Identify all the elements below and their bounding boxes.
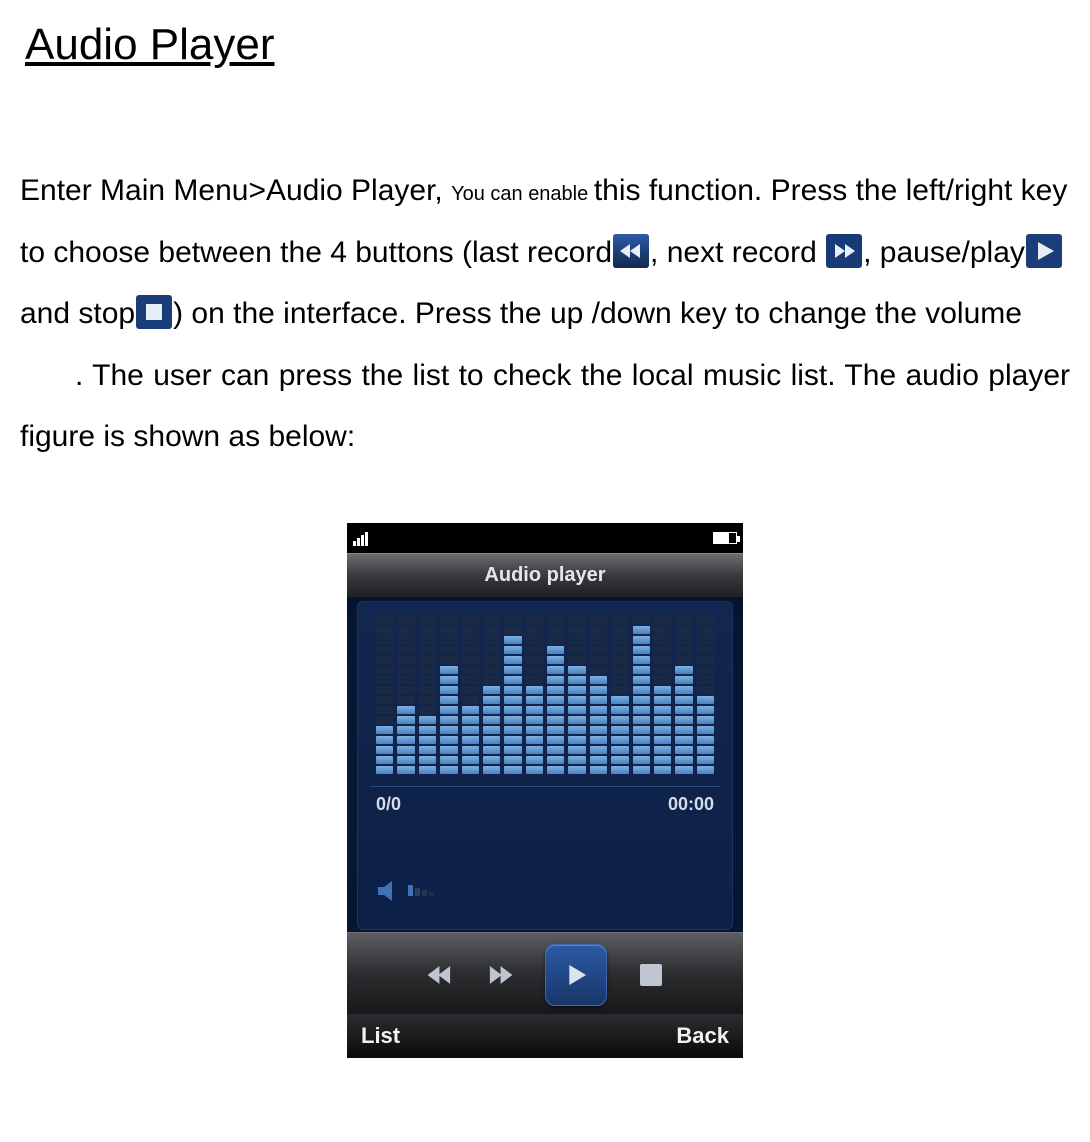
play-button[interactable] xyxy=(545,944,607,1006)
controls-bar xyxy=(347,932,743,1018)
last-record-icon xyxy=(613,228,649,262)
divider xyxy=(370,786,720,787)
text: Enter Main Menu>Audio Player, xyxy=(20,174,451,207)
speaker-icon xyxy=(376,879,402,903)
counters-row: 0/0 00:00 xyxy=(376,794,714,815)
prev-button[interactable] xyxy=(421,957,457,993)
volume-indicator xyxy=(376,879,434,903)
text: , pause/play xyxy=(863,236,1025,269)
play-icon xyxy=(1026,228,1062,262)
battery-icon xyxy=(713,532,737,544)
signal-icon xyxy=(353,530,368,546)
player-panel: 0/0 00:00 xyxy=(357,601,733,930)
audio-player-figure: Audio player 0/0 00:00 xyxy=(20,523,1070,1058)
app-title-bar: Audio player xyxy=(347,553,743,597)
instruction-paragraph-1: Enter Main Menu>Audio Player, You can en… xyxy=(20,160,1070,345)
softkey-back[interactable]: Back xyxy=(676,1023,729,1049)
text-small: You can enable xyxy=(451,183,594,205)
status-bar xyxy=(347,523,743,553)
volume-bars xyxy=(408,885,434,896)
equalizer xyxy=(376,620,714,774)
next-button[interactable] xyxy=(483,957,519,993)
stop-icon xyxy=(136,289,172,323)
phone-screen: Audio player 0/0 00:00 xyxy=(347,523,743,1058)
track-index: 0/0 xyxy=(376,794,401,815)
text: ) on the interface. Press the up /down k… xyxy=(173,297,1022,330)
stop-button[interactable] xyxy=(633,957,669,993)
softkey-bar: List Back xyxy=(347,1014,743,1058)
instruction-paragraph-2: . The user can press the list to check t… xyxy=(20,345,1070,468)
text: and stop xyxy=(20,297,135,330)
page-title: Audio Player xyxy=(25,20,1070,70)
softkey-list[interactable]: List xyxy=(361,1023,400,1049)
text: , next record xyxy=(650,236,817,269)
next-record-icon xyxy=(826,228,862,262)
elapsed-time: 00:00 xyxy=(668,794,714,815)
